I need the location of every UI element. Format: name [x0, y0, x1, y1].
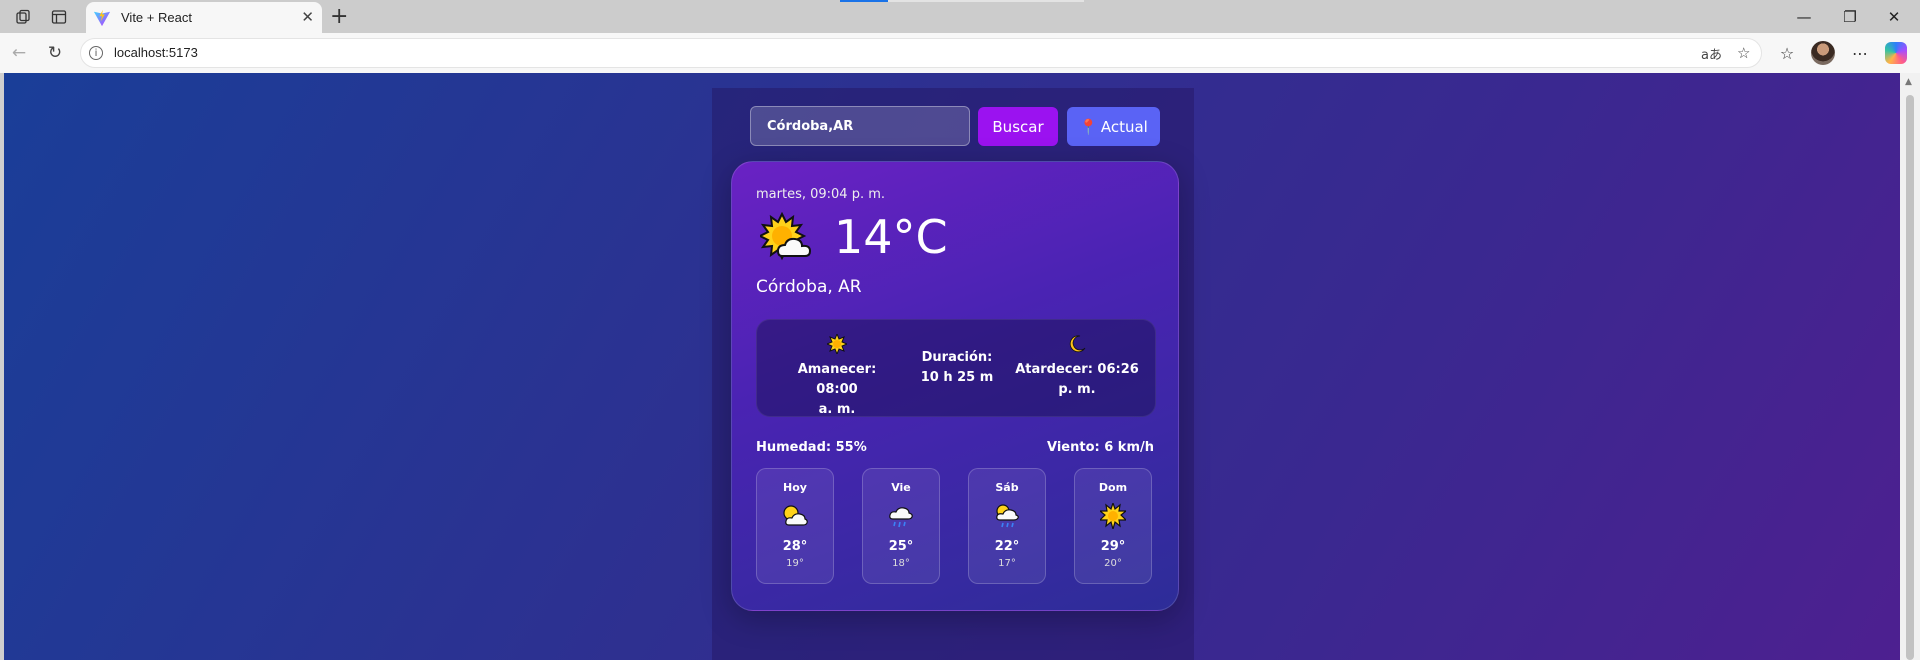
- page-scrollbar[interactable]: ▲: [1900, 73, 1920, 660]
- profile-avatar[interactable]: [1811, 41, 1835, 65]
- workspaces-icon[interactable]: [12, 6, 34, 28]
- current-location-button[interactable]: 📍 Actual: [1067, 107, 1160, 146]
- city-search-input[interactable]: [750, 106, 970, 146]
- window-drag-indicator: [840, 0, 888, 2]
- sunrise-time: Amanecer: 08:00: [797, 362, 877, 397]
- sunset-period: p. m.: [1058, 382, 1096, 397]
- forecast-min-temp: 20°: [1104, 558, 1122, 569]
- sunrise-info: Amanecer: 08:00 a. m.: [779, 332, 895, 420]
- window-drag-indicator-track: [888, 0, 1084, 2]
- vite-logo-icon: [93, 9, 111, 26]
- sun-icon: [779, 332, 895, 360]
- duration-label: Duración:: [921, 350, 993, 365]
- forecast-max-temp: 25°: [888, 539, 914, 554]
- browser-toolbar: ← ↻ i localhost:5173 aあ ☆ ☆ ⋯: [0, 33, 1920, 73]
- current-datetime: martes, 09:04 p. m.: [756, 187, 886, 202]
- copilot-icon[interactable]: [1885, 42, 1907, 64]
- forecast-max-temp: 28°: [782, 539, 808, 554]
- favorites-icon[interactable]: ☆: [1776, 42, 1798, 64]
- sun-behind-cloud-icon: [760, 212, 812, 261]
- search-button[interactable]: Buscar: [978, 107, 1058, 146]
- scrollbar-thumb[interactable]: [1906, 95, 1914, 660]
- sun-behind-cloud-icon: [783, 505, 808, 526]
- duration-value: 10 h 25 m: [920, 370, 994, 385]
- forecast-min-temp: 17°: [998, 558, 1016, 569]
- tab-actions-icon[interactable]: [48, 6, 70, 28]
- rain-cloud-icon: [889, 507, 913, 528]
- wind-speed: Viento: 6 km/h: [1047, 440, 1154, 455]
- forecast-day-card: Vie 25° 18°: [862, 468, 940, 584]
- read-aloud-icon[interactable]: aあ: [1701, 44, 1722, 63]
- forecast-day-name: Sáb: [995, 481, 1019, 494]
- sunrise-period: a. m.: [818, 402, 856, 417]
- forecast-max-temp: 29°: [1100, 539, 1126, 554]
- forecast-day-card: Sáb 22° 17°: [968, 468, 1046, 584]
- forecast-day-name: Vie: [891, 481, 911, 494]
- favorite-star-icon[interactable]: ☆: [1737, 44, 1750, 62]
- restore-icon[interactable]: ❐: [1830, 3, 1870, 31]
- sun-icon: [1100, 503, 1126, 529]
- forecast-min-temp: 18°: [892, 558, 910, 569]
- close-tab-icon[interactable]: ✕: [301, 8, 314, 26]
- minimize-icon[interactable]: —: [1784, 3, 1824, 31]
- forecast-day-name: Hoy: [783, 481, 807, 494]
- moon-icon: [1015, 334, 1139, 360]
- city-name: Córdoba, AR: [756, 277, 862, 297]
- forecast-day-name: Dom: [1098, 481, 1128, 494]
- forecast-max-temp: 22°: [994, 539, 1020, 554]
- pin-icon: 📍: [1079, 117, 1098, 136]
- forecast-min-temp: 19°: [786, 558, 804, 569]
- sunset-time: Atardecer: 06:26: [1015, 362, 1139, 377]
- weather-card: martes, 09:04 p. m. 14°C Córdoba, AR Ama…: [731, 161, 1179, 611]
- sun-rain-cloud-icon: [996, 504, 1019, 528]
- current-temperature: 14°C: [834, 210, 948, 264]
- address-bar[interactable]: i localhost:5173 aあ ☆: [80, 38, 1762, 68]
- browser-tab[interactable]: Vite + React ✕: [86, 2, 322, 33]
- new-tab-icon[interactable]: +: [330, 4, 348, 29]
- page-viewport: Buscar 📍 Actual martes, 09:04 p. m. 14°C…: [4, 73, 1900, 660]
- close-window-icon[interactable]: ✕: [1874, 3, 1914, 31]
- day-duration-info: Duración: 10 h 25 m: [907, 348, 1007, 388]
- sunset-info: Atardecer: 06:26 p. m.: [1015, 334, 1139, 400]
- browser-tab-bar: Vite + React ✕ + — ❐ ✕: [0, 0, 1920, 33]
- address-url: localhost:5173: [114, 45, 198, 60]
- back-icon[interactable]: ←: [8, 42, 30, 64]
- sun-info-panel: Amanecer: 08:00 a. m. Duración: 10 h 25 …: [756, 319, 1156, 417]
- humidity: Humedad: 55%: [756, 440, 867, 455]
- tab-title: Vite + React: [121, 10, 192, 25]
- more-options-icon[interactable]: ⋯: [1849, 42, 1871, 64]
- forecast-day-card: Dom 29° 20°: [1074, 468, 1152, 584]
- scroll-up-icon[interactable]: ▲: [1905, 77, 1912, 87]
- forecast-day-card: Hoy 28° 19°: [756, 468, 834, 584]
- current-location-label: Actual: [1100, 117, 1148, 136]
- reload-icon[interactable]: ↻: [44, 42, 66, 64]
- site-info-icon[interactable]: i: [89, 46, 103, 60]
